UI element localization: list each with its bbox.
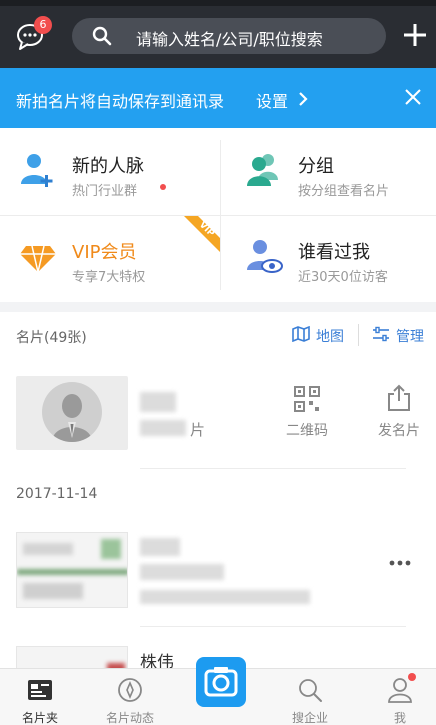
share-icon bbox=[388, 384, 410, 411]
search-icon bbox=[299, 679, 322, 702]
tab-label: 我 bbox=[393, 711, 406, 725]
tab-me[interactable]: 我 bbox=[360, 669, 436, 725]
blurred-name bbox=[140, 392, 176, 412]
status-strip bbox=[0, 0, 436, 6]
blurred-logo bbox=[101, 539, 121, 559]
group-icon bbox=[247, 154, 278, 186]
blurred-text bbox=[140, 420, 186, 436]
blurred-company bbox=[140, 590, 310, 604]
camera-button[interactable] bbox=[196, 657, 246, 707]
blurred-name bbox=[140, 538, 180, 556]
blurred-text bbox=[23, 583, 83, 599]
tab-label: 名片夹 bbox=[21, 711, 58, 725]
search-icon bbox=[92, 26, 112, 46]
send-card-label: 发名片 bbox=[378, 423, 420, 439]
message-count-badge: 6 bbox=[34, 16, 52, 34]
diamond-icon bbox=[20, 245, 56, 273]
banner-setting-link[interactable]: 设置 bbox=[256, 88, 288, 112]
qr-code-button[interactable]: 二维码 bbox=[284, 384, 330, 444]
divider bbox=[220, 140, 221, 290]
map-button[interactable]: 地图 bbox=[292, 325, 344, 346]
card-thumbnail[interactable] bbox=[16, 532, 128, 608]
divider bbox=[140, 626, 406, 627]
new-dot-indicator bbox=[160, 184, 166, 190]
qr-code-label: 二维码 bbox=[286, 423, 328, 439]
tab-search-company[interactable]: 搜企业 bbox=[270, 669, 350, 725]
blurred-stripe bbox=[17, 569, 127, 575]
new-contacts-title: 新的人脉 bbox=[72, 156, 144, 177]
top-bar: 6 请输入姓名/公司/职位搜索 bbox=[0, 0, 436, 68]
notification-dot bbox=[408, 673, 416, 681]
card-count-label: 名片(49张) bbox=[16, 330, 87, 346]
qr-code-icon bbox=[294, 386, 320, 412]
send-card-button[interactable]: 发名片 bbox=[374, 384, 424, 444]
search-placeholder[interactable]: 请输入姓名/公司/职位搜索 bbox=[136, 26, 323, 50]
card-list-section: 名片(49张) 地图 管理 片 二维码 发名片 2017-11-14 株伟 bbox=[0, 312, 436, 676]
divider bbox=[140, 468, 406, 469]
groups-subtitle: 按分组查看名片 bbox=[298, 184, 390, 199]
camera-icon bbox=[204, 667, 238, 697]
sliders-icon bbox=[373, 326, 389, 342]
vip-subtitle: 专享7大特权 bbox=[72, 270, 146, 285]
tab-label: 搜企业 bbox=[291, 711, 328, 725]
date-header: 2017-11-14 bbox=[16, 486, 98, 502]
tab-card-feed[interactable]: 名片动态 bbox=[90, 669, 170, 725]
quick-entry-grid: 新的人脉 热门行业群 分组 按分组查看名片 VIP会员 专享7大特权 VIP 谁… bbox=[0, 128, 436, 302]
divider bbox=[358, 324, 359, 346]
manage-button[interactable]: 管理 bbox=[372, 326, 424, 346]
close-icon[interactable] bbox=[404, 88, 422, 106]
my-card-label: 片 bbox=[190, 421, 206, 439]
map-label[interactable]: 地图 bbox=[316, 326, 344, 346]
my-card-avatar[interactable] bbox=[16, 376, 128, 450]
vip-title: VIP会员 bbox=[72, 242, 137, 263]
chevron-right-icon[interactable] bbox=[298, 92, 308, 106]
person-icon bbox=[388, 678, 412, 703]
map-icon bbox=[292, 325, 310, 343]
card-folder-icon bbox=[28, 680, 52, 700]
visitor-eye-icon bbox=[247, 240, 283, 273]
default-avatar-icon bbox=[52, 394, 92, 442]
tab-label: 名片动态 bbox=[105, 711, 154, 725]
add-icon[interactable] bbox=[402, 22, 428, 48]
new-contacts-subtitle: 热门行业群 bbox=[72, 184, 138, 199]
search-bar[interactable]: 请输入姓名/公司/职位搜索 bbox=[72, 18, 386, 54]
vip-ribbon: VIP bbox=[184, 216, 220, 252]
compass-icon bbox=[118, 678, 142, 702]
add-contact-icon bbox=[21, 154, 53, 187]
blurred-title bbox=[140, 564, 224, 580]
banner-message: 新拍名片将自动保存到通讯录 bbox=[16, 92, 225, 111]
bottom-navigation: 名片夹 名片动态 搜企业 我 bbox=[0, 657, 436, 725]
groups-title: 分组 bbox=[298, 156, 334, 177]
avatar bbox=[42, 382, 102, 442]
visitors-title: 谁看过我 bbox=[298, 242, 370, 263]
visitors-subtitle: 近30天0位访客 bbox=[298, 270, 388, 285]
save-to-contacts-banner: 新拍名片将自动保存到通讯录 设置 bbox=[0, 68, 436, 128]
blurred-text bbox=[23, 543, 73, 555]
tab-card-folder[interactable]: 名片夹 bbox=[0, 669, 80, 725]
manage-label[interactable]: 管理 bbox=[396, 326, 424, 346]
more-options-icon[interactable] bbox=[388, 558, 412, 568]
